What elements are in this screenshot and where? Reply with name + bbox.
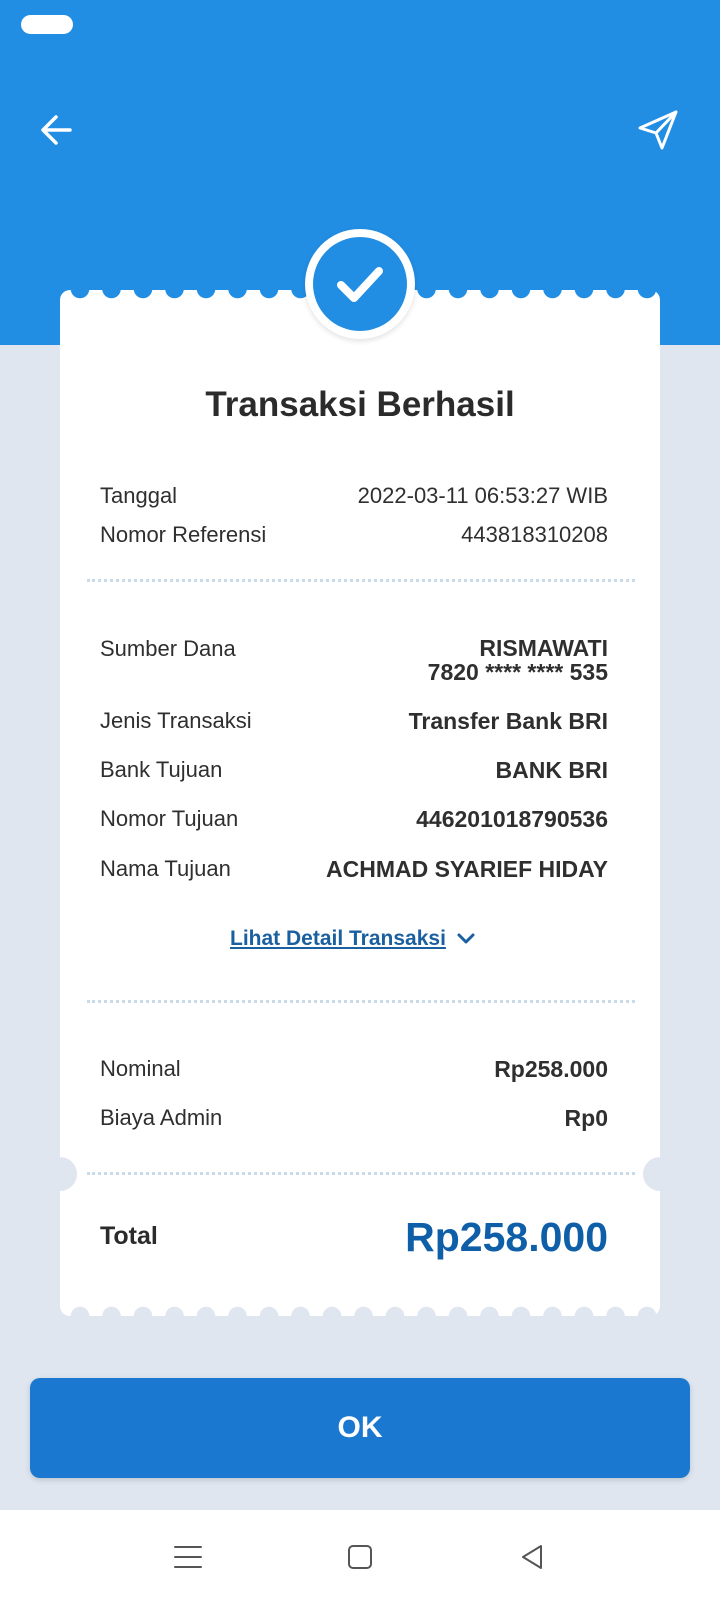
back-button[interactable] xyxy=(32,106,80,154)
bank-tujuan-label: Bank Tujuan xyxy=(100,757,223,782)
nomor-tujuan-value: 446201018790536 xyxy=(416,806,608,832)
meta-row-date: Tanggal 2022-03-11 06:53:27 WIB xyxy=(100,483,608,509)
bank-tujuan-value: BANK BRI xyxy=(495,757,608,783)
jenis-transaksi-value: Transfer Bank BRI xyxy=(408,708,608,734)
nav-home-button[interactable] xyxy=(343,1540,377,1574)
detail-row-nama-tujuan: Nama Tujuan ACHMAD SYARIEF HIDAY xyxy=(100,856,608,883)
detail-row-nomor-tujuan: Nomor Tujuan 446201018790536 xyxy=(100,806,608,833)
date-label: Tanggal xyxy=(100,483,178,508)
total-value: Rp258.000 xyxy=(405,1214,608,1260)
system-navbar xyxy=(0,1510,720,1600)
ok-button[interactable]: OK xyxy=(30,1378,690,1478)
arrow-left-icon xyxy=(41,115,72,145)
admin-fee-value: Rp0 xyxy=(564,1105,608,1131)
status-bar-pill xyxy=(21,15,73,34)
nama-tujuan-label: Nama Tujuan xyxy=(100,856,231,881)
nav-menu-button[interactable] xyxy=(171,1540,205,1574)
view-detail-link[interactable]: Lihat Detail Transaksi xyxy=(230,927,476,951)
divider xyxy=(87,1172,635,1175)
receipt-notch-left xyxy=(43,1157,77,1191)
page-title: Transaksi Berhasil xyxy=(205,385,515,424)
receipt-notch-right xyxy=(643,1157,677,1191)
meta-row-reference: Nomor Referensi 443818310208 xyxy=(100,522,608,548)
back-triangle-icon xyxy=(522,1545,542,1569)
nominal-value: Rp258.000 xyxy=(494,1056,608,1082)
reference-label: Nomor Referensi xyxy=(100,522,267,547)
nav-back-button[interactable] xyxy=(515,1540,549,1574)
divider xyxy=(87,579,635,582)
detail-row-jenis-transaksi: Jenis Transaksi Transfer Bank BRI xyxy=(100,708,608,735)
amount-row-nominal: Nominal Rp258.000 xyxy=(100,1056,608,1083)
chevron-down-icon xyxy=(457,933,475,944)
send-icon xyxy=(638,110,678,150)
view-detail-label: Lihat Detail Transaksi xyxy=(230,927,446,950)
date-value: 2022-03-11 06:53:27 WIB xyxy=(357,483,608,508)
sumber-dana-name: RISMAWATI xyxy=(479,635,608,661)
nomor-tujuan-label: Nomor Tujuan xyxy=(100,806,239,831)
sumber-dana-label: Sumber Dana xyxy=(100,636,236,661)
success-badge xyxy=(305,229,415,339)
detail-row-bank-tujuan: Bank Tujuan BANK BRI xyxy=(100,757,608,784)
share-button[interactable] xyxy=(634,106,682,154)
sumber-dana-account: 7820 **** **** 535 xyxy=(427,659,608,685)
divider xyxy=(87,1000,635,1003)
reference-value: 443818310208 xyxy=(461,522,608,547)
menu-icon xyxy=(174,1546,202,1568)
total-label: Total xyxy=(100,1222,158,1250)
jenis-transaksi-label: Jenis Transaksi xyxy=(100,708,252,733)
admin-fee-label: Biaya Admin xyxy=(100,1105,223,1130)
checkmark-icon xyxy=(337,267,383,302)
detail-row-sumber-dana: Sumber Dana RISMAWATI 7820 **** **** 535 xyxy=(100,636,608,684)
home-square-icon xyxy=(348,1545,372,1569)
receipt-bottom-edge xyxy=(60,1306,660,1326)
amount-row-admin-fee: Biaya Admin Rp0 xyxy=(100,1105,608,1132)
receipt-card xyxy=(60,290,660,1316)
nama-tujuan-value: ACHMAD SYARIEF HIDAY xyxy=(325,856,608,882)
nominal-label: Nominal xyxy=(100,1056,181,1081)
